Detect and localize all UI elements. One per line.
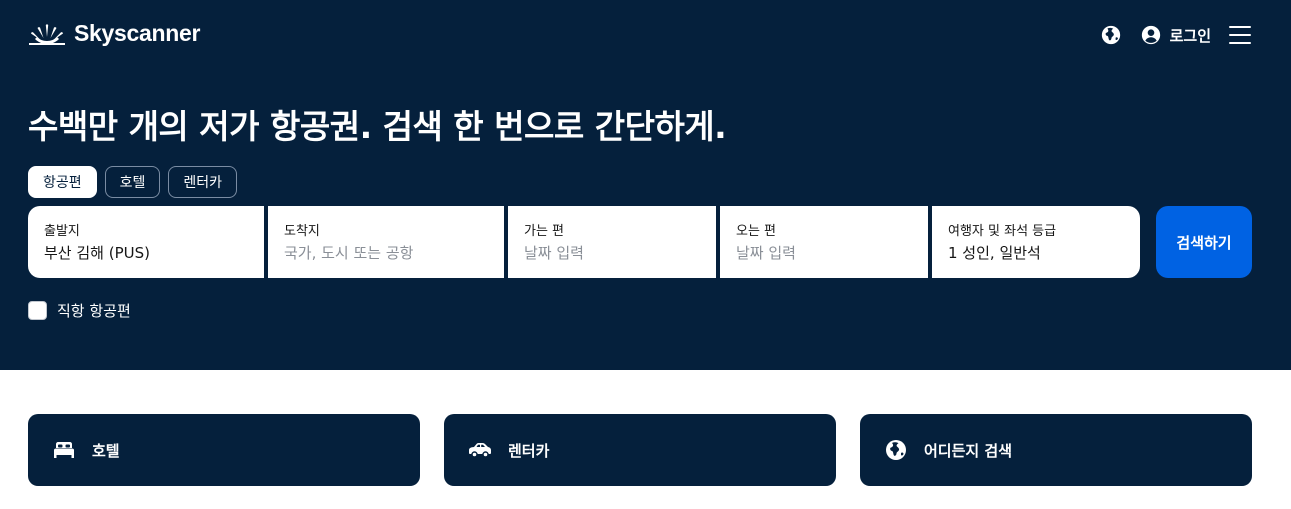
direct-flights-label: 직항 항공편 — [57, 302, 131, 320]
tab-flights[interactable]: 항공편 — [28, 166, 97, 198]
login-button[interactable]: 로그인 — [1140, 24, 1211, 46]
tab-hotels[interactable]: 호텔 — [104, 166, 161, 198]
origin-field[interactable]: 출발지 부산 김해 (PUS) — [28, 206, 264, 278]
destination-placeholder: 국가, 도시 또는 공항 — [284, 244, 414, 262]
search-type-tabs: 항공편 호텔 렌터카 — [28, 166, 238, 198]
quick-links: 호텔 렌터카 어디든지 검색 — [28, 414, 1252, 486]
bed-icon — [54, 442, 74, 458]
return-date-field[interactable]: 오는 편 날짜 입력 — [720, 206, 928, 278]
depart-date-label: 가는 편 — [524, 224, 565, 239]
hotels-card-label: 호텔 — [92, 441, 120, 460]
travellers-field[interactable]: 여행자 및 좌석 등급 1 성인, 일반석 — [932, 206, 1140, 278]
depart-date-placeholder: 날짜 입력 — [524, 244, 584, 262]
origin-label: 출발지 — [44, 224, 80, 239]
explore-everywhere-card[interactable]: 어디든지 검색 — [860, 414, 1252, 486]
menu-icon[interactable] — [1229, 26, 1251, 44]
direct-flights-checkbox[interactable] — [28, 301, 47, 320]
return-date-placeholder: 날짜 입력 — [736, 244, 796, 262]
flight-search-form: 출발지 부산 김해 (PUS) 도착지 국가, 도시 또는 공항 가는 편 날짜… — [28, 206, 1140, 278]
account-icon — [1141, 25, 1160, 45]
sunrise-logo-icon — [29, 23, 65, 45]
brand-name: Skyscanner — [74, 20, 201, 46]
car-icon — [469, 443, 491, 458]
hero-section: Skyscanner 로그인 수백만 개의 저가 항공권. 검색 한 번으로 간… — [0, 0, 1291, 370]
explore-everywhere-card-label: 어디든지 검색 — [924, 441, 1013, 460]
car-hire-card-label: 렌터카 — [508, 441, 550, 460]
travellers-label: 여행자 및 좌석 등급 — [948, 224, 1057, 239]
globe-icon[interactable] — [1100, 24, 1122, 46]
skyscanner-logo[interactable]: Skyscanner — [28, 20, 200, 47]
tab-car-hire[interactable]: 렌터카 — [168, 166, 238, 198]
car-hire-card[interactable]: 렌터카 — [444, 414, 836, 486]
globe-icon — [886, 440, 906, 460]
login-label: 로그인 — [1169, 26, 1211, 45]
direct-flights-option[interactable]: 직항 항공편 — [28, 300, 131, 321]
header-actions: 로그인 — [1100, 22, 1251, 48]
origin-value: 부산 김해 (PUS) — [44, 244, 150, 262]
search-button[interactable]: 검색하기 — [1156, 206, 1252, 278]
destination-label: 도착지 — [284, 224, 320, 239]
return-date-label: 오는 편 — [736, 224, 777, 239]
travellers-value: 1 성인, 일반석 — [948, 244, 1041, 262]
hotels-card[interactable]: 호텔 — [28, 414, 420, 486]
page-title: 수백만 개의 저가 항공권. 검색 한 번으로 간단하게. — [28, 107, 727, 146]
destination-field[interactable]: 도착지 국가, 도시 또는 공항 — [268, 206, 504, 278]
depart-date-field[interactable]: 가는 편 날짜 입력 — [508, 206, 716, 278]
